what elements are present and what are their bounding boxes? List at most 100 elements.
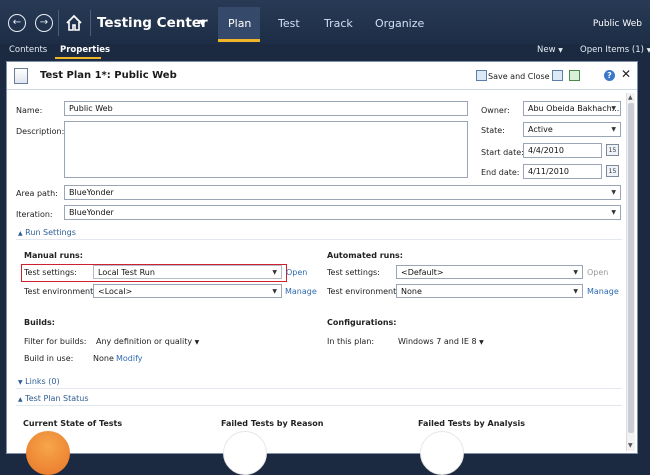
configurations-dropdown[interactable]: Windows 7 and IE 8 ▼ [398, 337, 484, 346]
divider [58, 10, 59, 36]
failed-tests-by-reason-title: Failed Tests by Reason [221, 419, 324, 428]
sub-navigation: Contents Properties New ▼ Open Items (1)… [0, 44, 650, 59]
build-in-use-value: None [93, 354, 114, 363]
app-title: Testing Center [97, 15, 208, 31]
chevron-down-icon: ▼ [479, 339, 484, 346]
failed-by-analysis-pie-chart [420, 431, 464, 475]
failed-tests-by-analysis-title: Failed Tests by Analysis [418, 419, 526, 428]
current-state-of-tests-title: Current State of Tests [23, 419, 123, 428]
iteration-dropdown[interactable]: BlueYonder [64, 205, 621, 220]
links-title: Links (0) [25, 377, 60, 386]
help-icon[interactable]: ? [604, 70, 615, 81]
state-value: Active [528, 125, 553, 134]
tab-test[interactable]: Test [278, 17, 300, 30]
divider [90, 10, 91, 36]
start-date-label: Start date: [481, 148, 524, 157]
automated-runs-header: Automated runs: [327, 251, 403, 260]
properties-link[interactable]: Properties [60, 45, 110, 55]
filter-for-builds-dropdown[interactable]: Any definition or quality ▼ [96, 337, 199, 346]
automated-test-settings-value: <Default> [401, 268, 444, 277]
contents-link[interactable]: Contents [9, 45, 47, 55]
forward-button[interactable]: → [35, 14, 53, 32]
app-header: ← → Testing Center ▼ Plan Test Track Org… [0, 0, 650, 44]
manual-manage-link[interactable]: Manage [285, 287, 317, 296]
run-settings-title: Run Settings [25, 228, 76, 237]
open-items-menu[interactable]: Open Items (1) ▼ [580, 45, 650, 55]
manual-test-environment-label: Test environment: [24, 287, 96, 296]
automated-test-environment-dropdown[interactable]: None [396, 284, 583, 298]
scroll-up-icon[interactable]: ▲ [628, 94, 633, 101]
divider [16, 388, 622, 389]
links-header[interactable]: ▼ Links (0) [18, 377, 60, 386]
active-subnav-underline [55, 57, 101, 59]
test-plan-panel: Test Plan 1*: Public Web Save and Close … [6, 61, 638, 475]
iteration-label: Iteration: [16, 210, 53, 219]
scrollbar-thumb[interactable] [628, 103, 634, 433]
area-path-dropdown[interactable]: BlueYonder [64, 185, 621, 200]
test-plan-status-header[interactable]: ▲ Test Plan Status [18, 394, 89, 403]
run-settings-header[interactable]: ▲ Run Settings [18, 228, 76, 237]
save-document-icon[interactable] [552, 70, 563, 81]
vertical-scrollbar[interactable]: ▲ ▼ [626, 93, 635, 451]
open-items-label: Open Items (1) [580, 45, 644, 55]
project-name[interactable]: Public Web [593, 19, 642, 29]
modify-link[interactable]: Modify [116, 354, 143, 363]
owner-value: Abu Obeida Bakhach... [528, 104, 620, 113]
home-button[interactable] [64, 13, 84, 33]
scroll-down-icon[interactable]: ▼ [628, 442, 633, 449]
close-icon[interactable]: ✕ [621, 67, 631, 81]
in-this-plan-label: In this plan: [327, 337, 375, 346]
chevron-down-icon: ▼ [646, 47, 650, 54]
description-label: Description: [16, 127, 65, 136]
tab-plan[interactable]: Plan [228, 17, 251, 30]
calendar-icon[interactable]: 15 [606, 165, 619, 177]
state-dropdown[interactable]: Active [523, 122, 621, 137]
automated-test-environment-label: Test environment: [327, 287, 399, 296]
calendar-icon[interactable]: 15 [606, 144, 619, 156]
current-state-pie-chart [26, 431, 70, 475]
filter-for-builds-value: Any definition or quality [96, 337, 193, 346]
owner-dropdown[interactable]: Abu Obeida Bakhach... [523, 101, 621, 116]
new-menu[interactable]: New ▼ [537, 45, 563, 55]
start-date-field[interactable]: 4/4/2010 [523, 143, 602, 158]
name-label: Name: [16, 106, 43, 115]
end-date-label: End date: [481, 168, 520, 177]
name-field[interactable]: Public Web [64, 101, 468, 116]
automated-manage-link[interactable]: Manage [587, 287, 619, 296]
divider [16, 239, 622, 240]
automated-open-link: Open [587, 268, 609, 277]
expander-icon: ▲ [18, 230, 23, 237]
save-and-close-button[interactable]: Save and Close [488, 72, 550, 81]
app-menu-chevron-down-icon[interactable]: ▼ [199, 18, 205, 27]
build-in-use-label: Build in use: [24, 354, 74, 363]
automated-test-environment-value: None [401, 287, 422, 296]
chevron-down-icon: ▼ [194, 339, 200, 346]
manual-runs-header: Manual runs: [24, 251, 83, 260]
owner-label: Owner: [481, 106, 510, 115]
highlight-annotation [21, 264, 287, 282]
tab-track[interactable]: Track [324, 17, 353, 30]
automated-test-settings-label: Test settings: [327, 268, 380, 277]
back-button[interactable]: ← [8, 14, 26, 32]
failed-by-reason-pie-chart [223, 431, 267, 475]
area-path-label: Area path: [16, 189, 58, 198]
test-plan-status-title: Test Plan Status [25, 394, 89, 403]
new-menu-label: New [537, 45, 556, 55]
state-label: State: [481, 126, 505, 135]
manual-open-link[interactable]: Open [286, 268, 307, 277]
document-title: Test Plan 1*: Public Web [40, 70, 177, 81]
tab-organize[interactable]: Organize [375, 17, 424, 30]
description-field[interactable] [64, 121, 468, 178]
chevron-down-icon: ▼ [558, 47, 563, 54]
divider [16, 405, 622, 406]
builds-header: Builds: [24, 318, 55, 327]
configurations-value: Windows 7 and IE 8 [398, 337, 477, 346]
automated-test-settings-dropdown[interactable]: <Default> [396, 265, 583, 279]
manual-test-environment-dropdown[interactable]: <Local> [93, 284, 282, 298]
end-date-field[interactable]: 4/11/2010 [523, 164, 602, 179]
expander-icon: ▼ [18, 379, 23, 386]
filter-for-builds-label: Filter for builds: [24, 337, 87, 346]
home-icon [66, 14, 82, 31]
export-icon[interactable] [569, 70, 580, 81]
configurations-header: Configurations: [327, 318, 397, 327]
